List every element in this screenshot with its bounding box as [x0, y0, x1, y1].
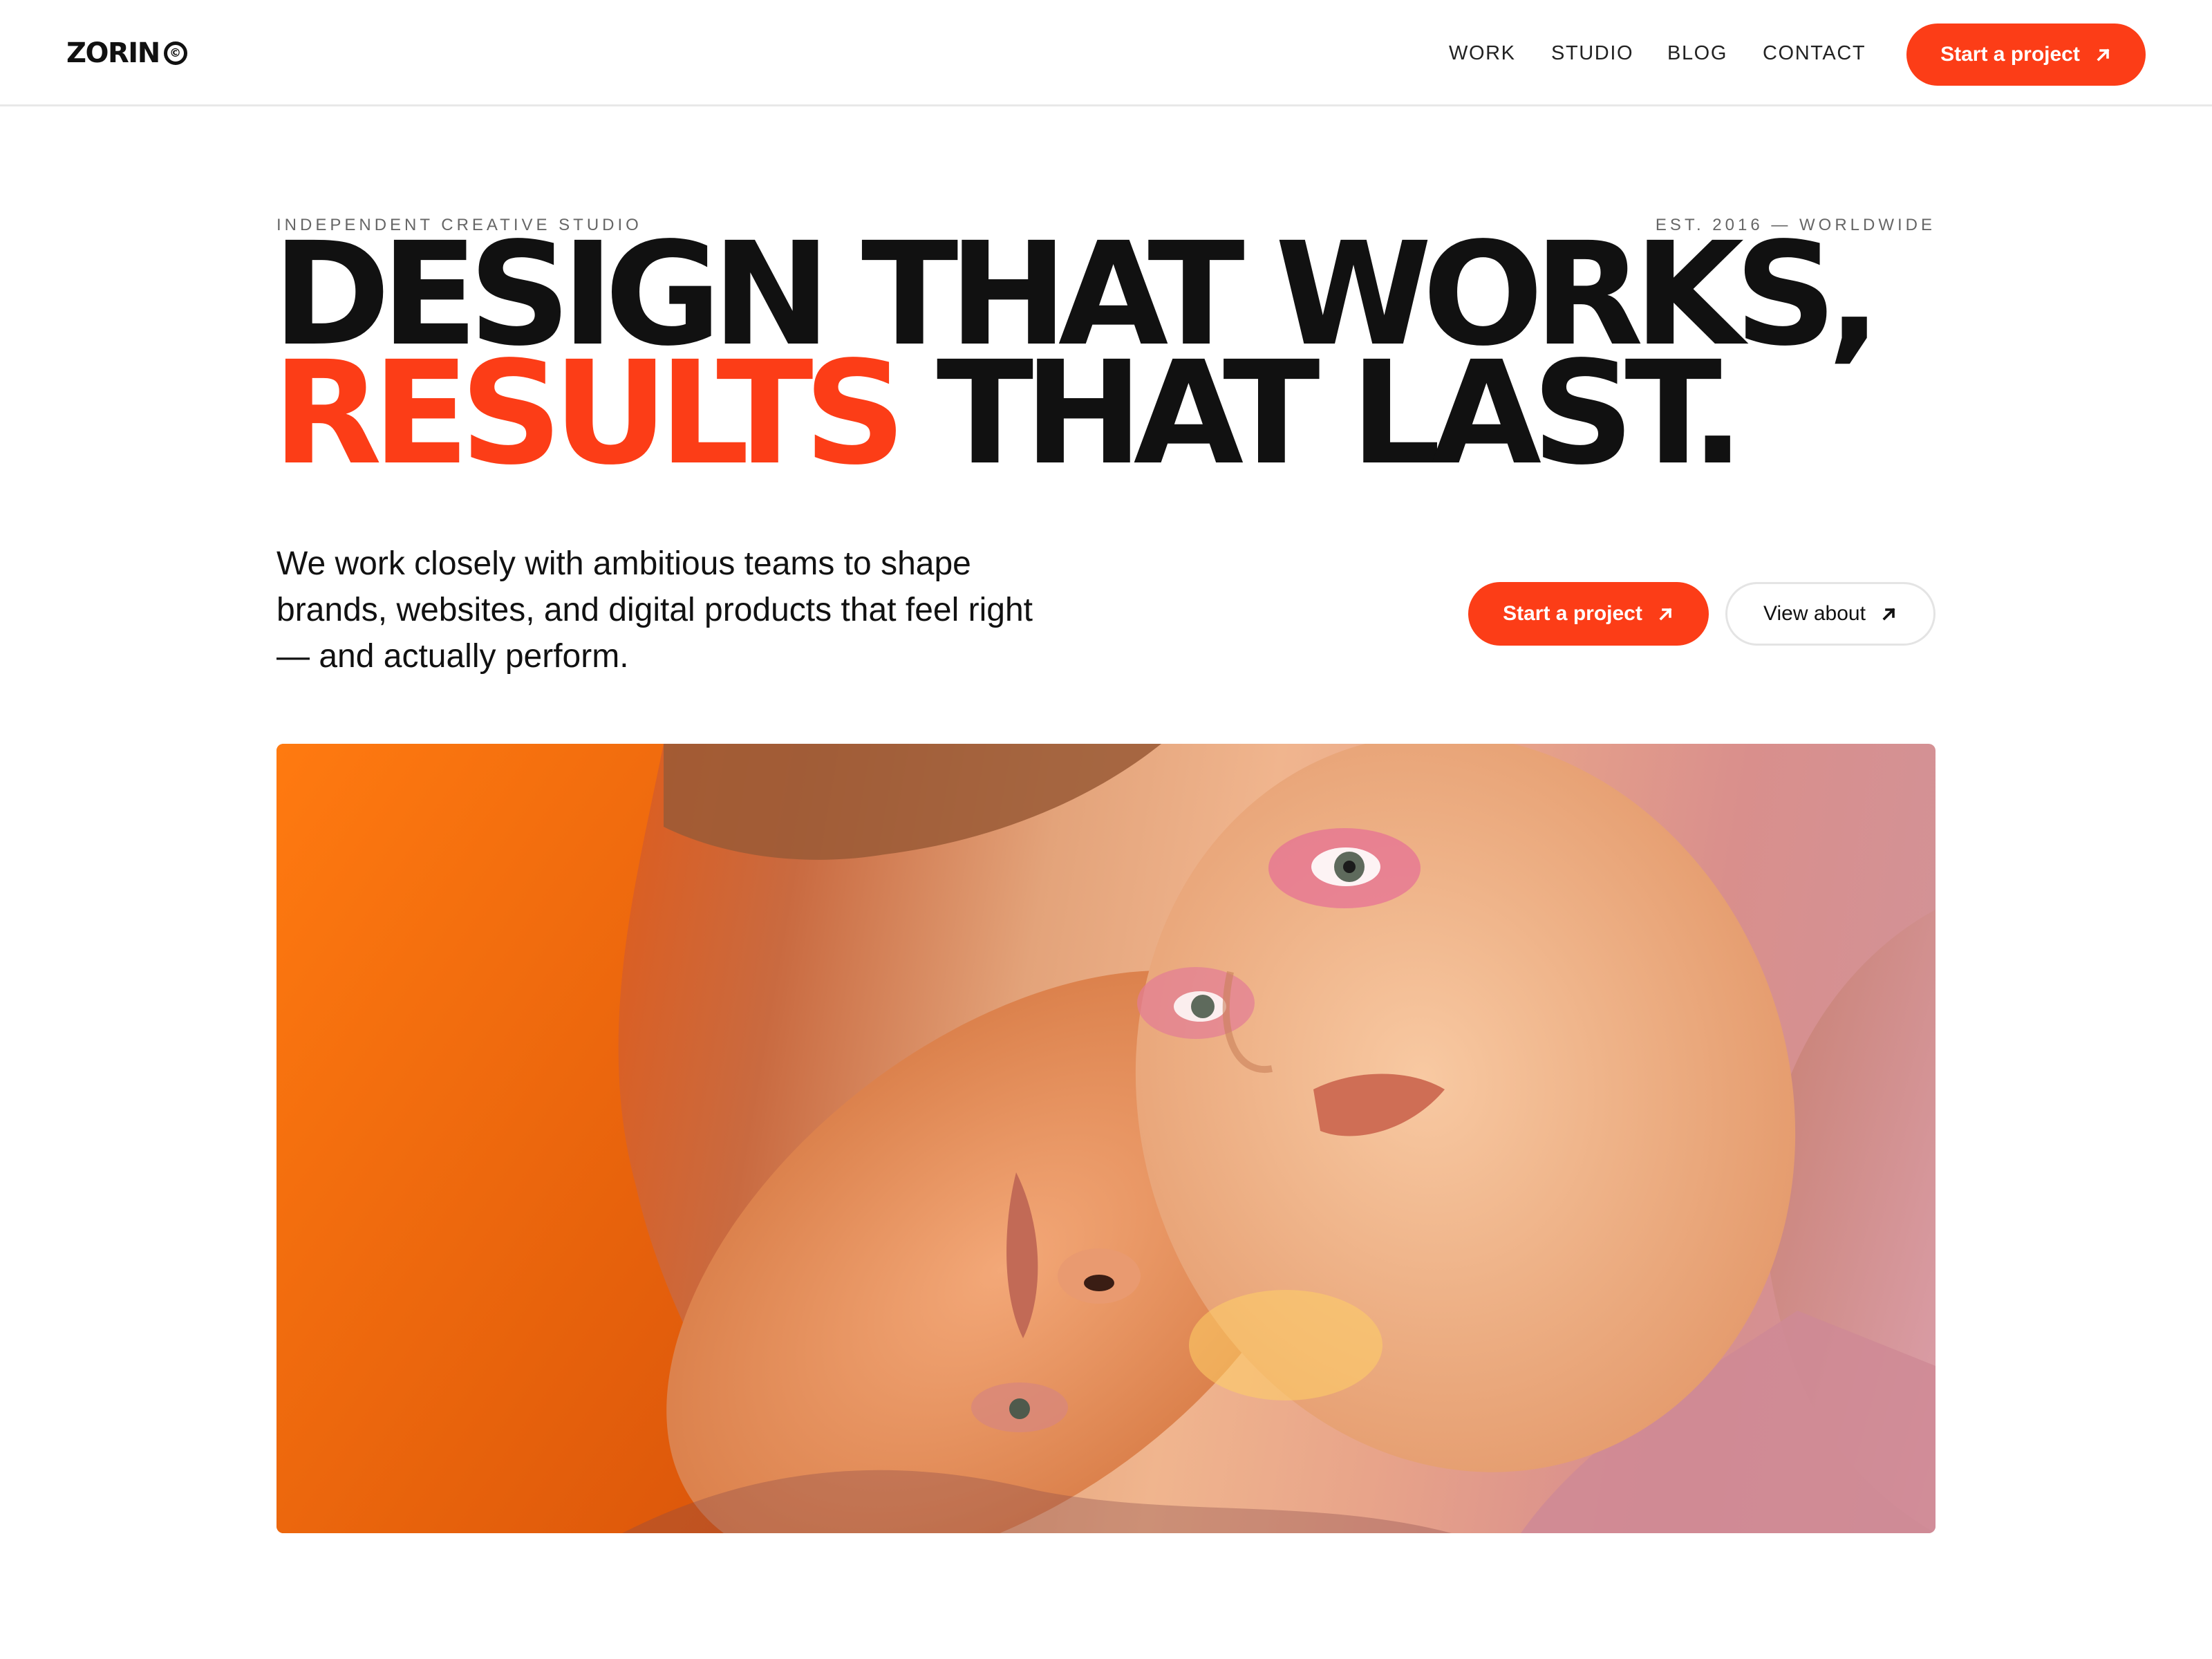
nav-item-contact[interactable]: CONTACT: [1763, 36, 1866, 71]
hero-photo: [276, 744, 1936, 1533]
main-nav: WORK STUDIO BLOG CONTACT: [0, 36, 2212, 71]
arrow-up-right-icon: [1659, 608, 1672, 621]
header-cta-label: Start a project: [1940, 43, 2080, 66]
view-about-button[interactable]: View about: [1725, 582, 1936, 646]
secondary-cta-label: View about: [1763, 602, 1866, 625]
nav-item-blog[interactable]: BLOG: [1667, 36, 1727, 71]
nav-item-studio[interactable]: STUDIO: [1551, 36, 1633, 71]
arrow-up-right-icon: [2097, 48, 2110, 62]
hero-photo-illustration: [276, 744, 1936, 1533]
site-header: ZORIN © WORK STUDIO BLOG CONTACT Start a…: [0, 0, 2212, 106]
hero-primary-cta-label: Start a project: [1503, 602, 1642, 625]
headline-accent-word: RESULTS: [272, 330, 906, 496]
headline-line-2-rest: THAT LAST.: [897, 330, 1745, 496]
nav-item-work[interactable]: WORK: [1449, 36, 1516, 71]
hero-headline: DESIGN THAT WORKS, RESULTS THAT LAST.: [272, 223, 2000, 485]
header-start-project-button[interactable]: Start a project: [1906, 24, 2146, 86]
hero-description: We work closely with ambitious teams to …: [276, 545, 1033, 675]
hero-start-project-button[interactable]: Start a project: [1468, 582, 1709, 646]
arrow-up-right-icon: [1882, 608, 1895, 621]
